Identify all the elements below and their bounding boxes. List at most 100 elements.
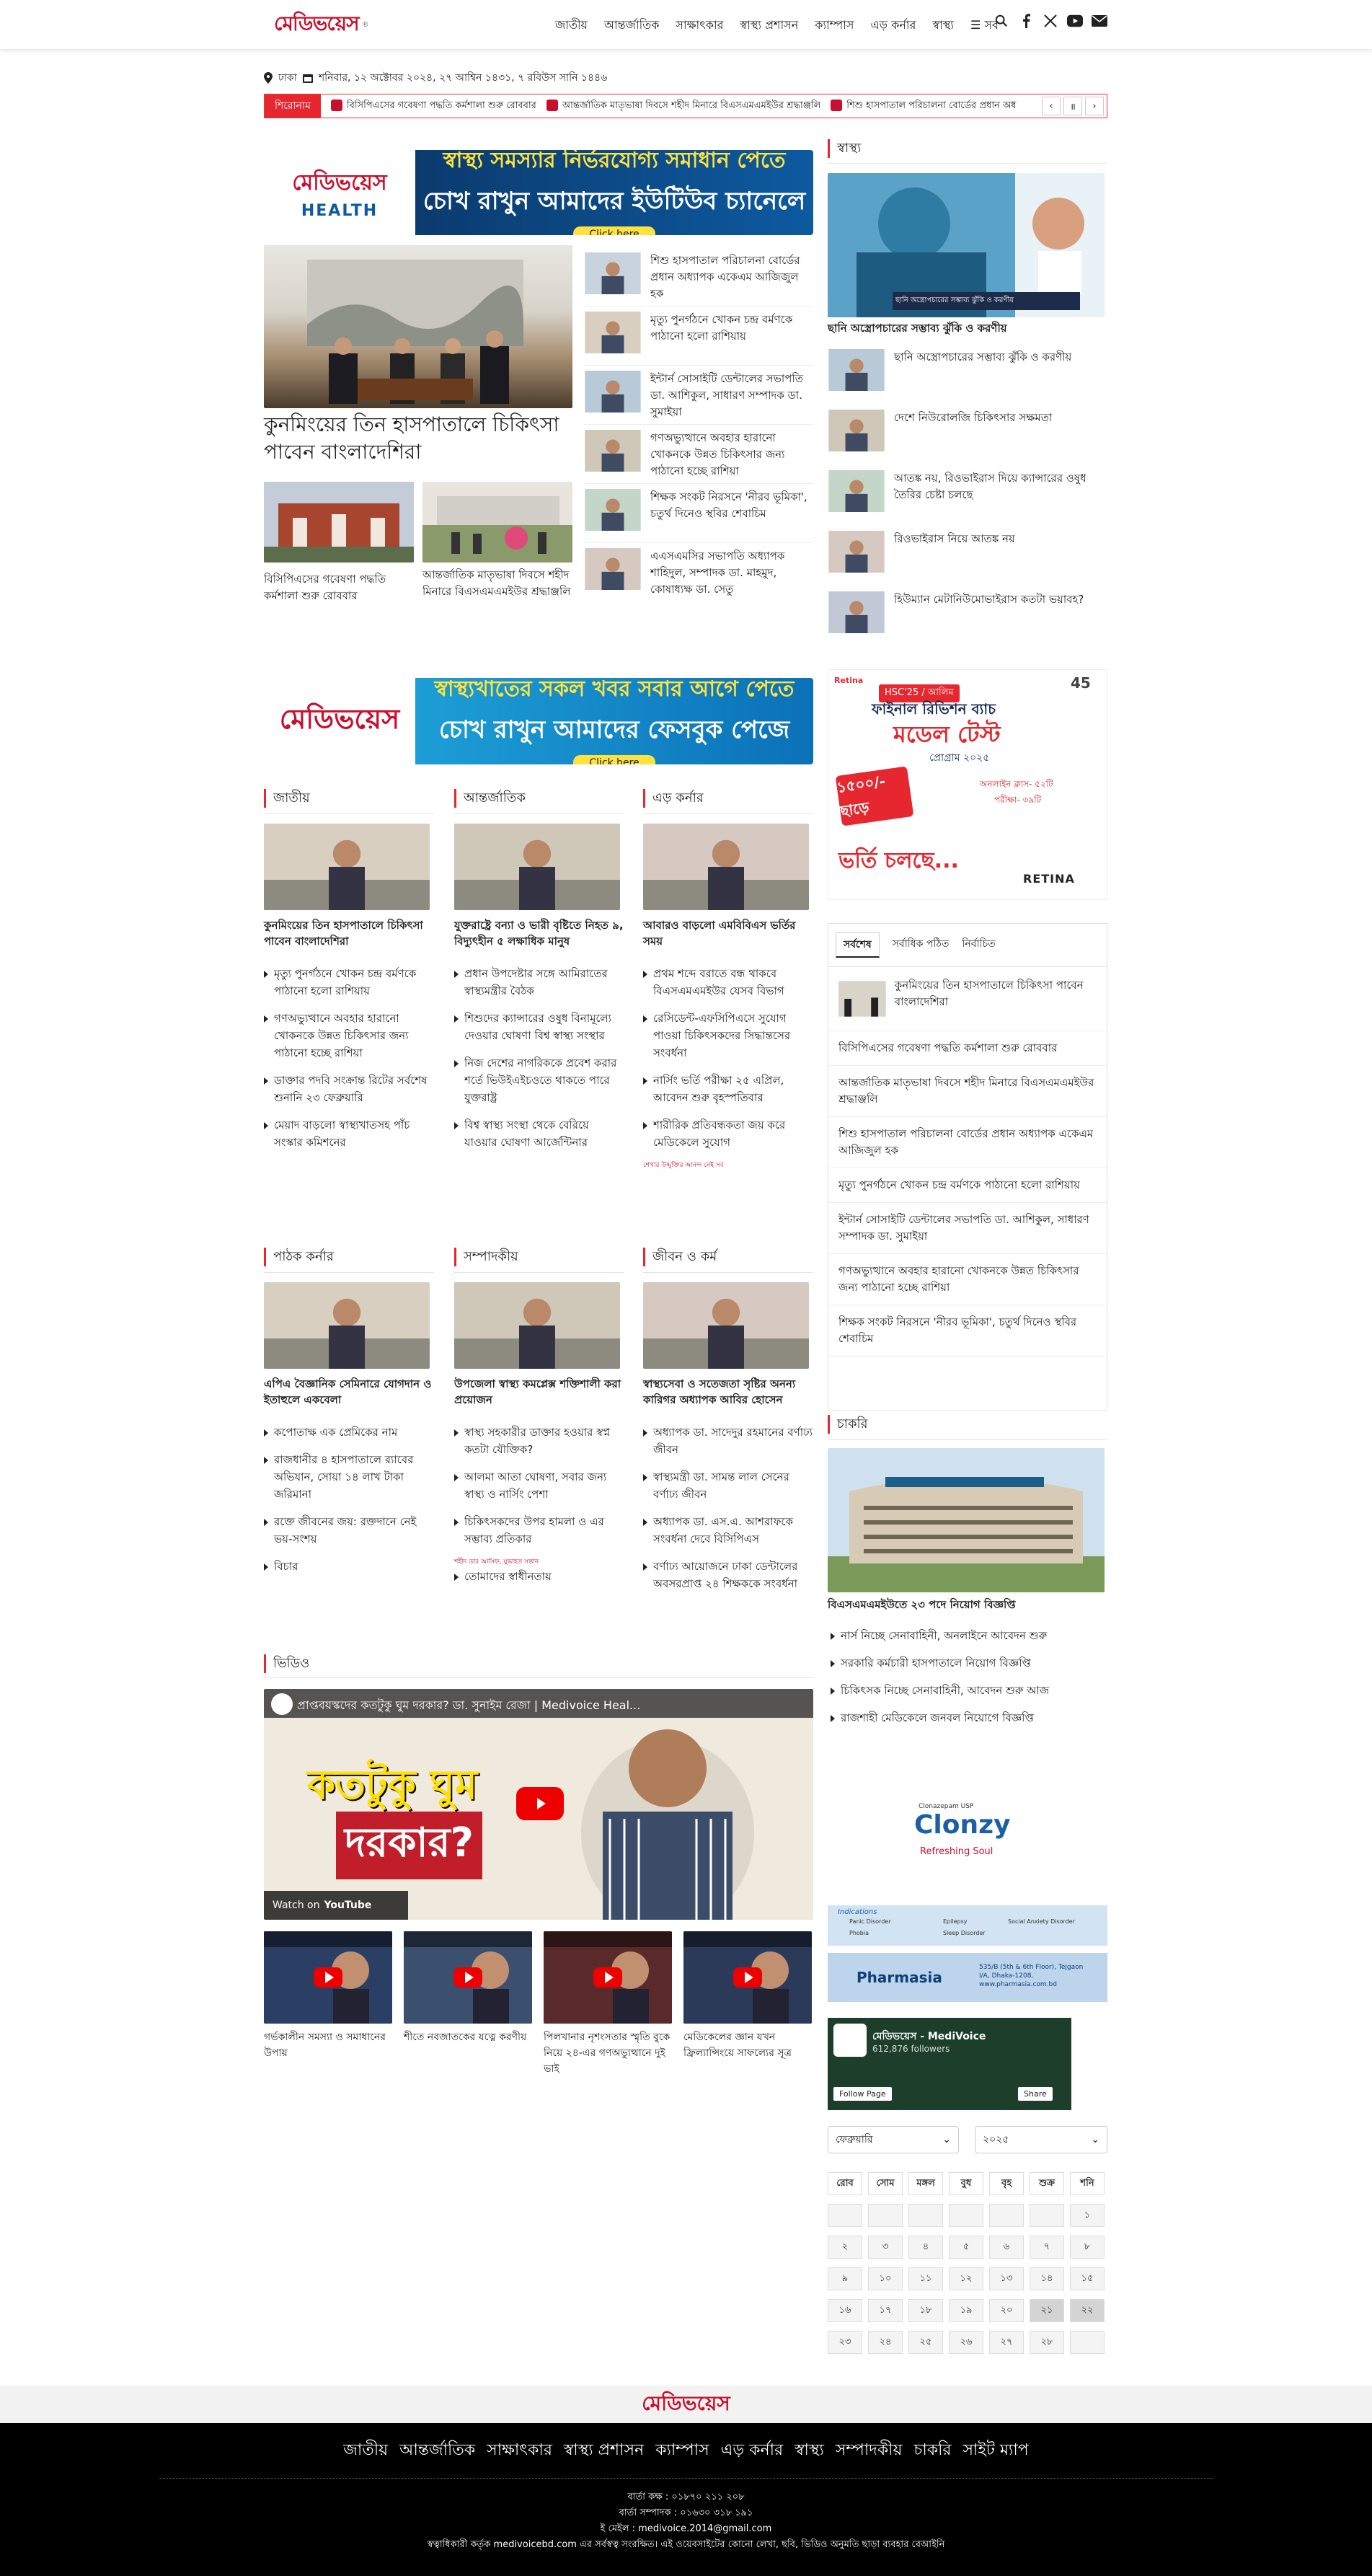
video-main-player[interactable]: প্রাপ্তবয়স্কদের কতটুকু ঘুম দরকার? ডা. স… <box>264 1689 813 1920</box>
lead-story-headline[interactable]: কুনমিংয়ের তিন হাসপাতালে চিকিৎসা পাবেন ব… <box>264 411 572 466</box>
health-hero-caption[interactable]: ছানি অস্ত্রোপচারের সম্ভাব্য ঝুঁকি ও করণী… <box>828 320 1105 338</box>
calendar-date[interactable]: ১৮ <box>908 2299 943 2322</box>
section-list-item[interactable]: মৃত্যু পুনর্গঠনে খোকন চন্দ্র বর্মণকে পাঠ… <box>264 965 434 1000</box>
footer-nav-item[interactable]: এড় কর্নার <box>721 2441 783 2459</box>
calendar-month-select[interactable]: ফেব্রুয়ারি ⌄ <box>828 2126 959 2153</box>
calendar-date[interactable]: ২৮ <box>1030 2331 1064 2354</box>
youtube-promo-banner[interactable]: মেডিভয়েস HEALTH স্বাস্থ্য সমস্যার নির্ভ… <box>264 150 813 235</box>
jobs-lead-image[interactable] <box>828 1448 1105 1592</box>
tab-first-item[interactable]: কুনমিংয়ের তিন হাসপাতালে চিকিৎসা পাবেন ব… <box>828 967 1107 1031</box>
calendar-date[interactable]: ১১ <box>908 2267 943 2290</box>
video-play-button[interactable] <box>516 1787 564 1820</box>
health-item[interactable]: আতঙ্ক নয়, রিওভাইরাস দিয়ে ক্যান্সারের ও… <box>828 470 1107 512</box>
calendar-date[interactable]: ৪ <box>908 2236 943 2259</box>
ticker-prev-button[interactable]: ‹ <box>1042 97 1061 115</box>
tab-selected[interactable]: নির্বাচিত <box>962 932 995 958</box>
section-title[interactable]: জীবন ও কর্ম <box>643 1248 717 1266</box>
lead-sub1-image[interactable] <box>264 482 414 563</box>
calendar-date[interactable]: ১ <box>1070 2204 1105 2227</box>
section-lead-title[interactable]: উপজেলা স্বাস্থ্য কমপ্লেক্স শক্তিশালী করা… <box>454 1376 624 1408</box>
video-thumb-play-button[interactable] <box>453 1967 482 1988</box>
calendar-date[interactable]: ২৩ <box>828 2331 862 2354</box>
lead-side-item[interactable]: এএসএমসির সভাপতি অধ্যাপক শাহিদুল, সম্পাদক… <box>584 548 813 598</box>
banner-cta-button[interactable]: Click here <box>573 226 655 235</box>
section-list-item[interactable]: নিজ দেশের নাগরিককে প্রবেশ করার শর্তে ভিউ… <box>454 1054 624 1106</box>
jobs-item[interactable]: নার্স নিচ্ছে সেনাবাহিনী, অনলাইনে আবেদন শ… <box>831 1627 1107 1644</box>
calendar-date[interactable]: ৬ <box>989 2236 1024 2259</box>
calendar-date[interactable]: ১৬ <box>828 2299 862 2322</box>
footer-nav-item[interactable]: সাক্ষাৎকার <box>487 2441 552 2459</box>
calendar-date[interactable]: ১৯ <box>949 2299 983 2322</box>
facebook-promo-banner[interactable]: মেডিভয়েস স্বাস্থ্যখাতের সকল খবর সবার আগ… <box>264 678 813 764</box>
section-title[interactable]: এড় কর্নার <box>643 789 704 808</box>
video-thumb[interactable] <box>404 1931 532 2024</box>
lead-side-item[interactable]: শিক্ষক সংকট নিরসনে 'নীরব ভূমিকা', চতুর্থ… <box>584 489 813 531</box>
lead-sub1-title[interactable]: বিসিপিএসের গবেষণা পদ্ধতি কর্মশালা শুরু র… <box>264 571 414 604</box>
section-list-item[interactable]: বিশ্ব স্বাস্থ্য সংস্থা থেকে বেরিয়ে যাওয… <box>454 1116 624 1151</box>
calendar-date[interactable]: ১৫ <box>1070 2267 1105 2290</box>
jobs-section-title[interactable]: চাকরি <box>828 1415 868 1434</box>
section-list-item[interactable]: গণঅভ্যুত্থানে অবহার হারানো খোকনকে উন্নত … <box>264 1010 434 1062</box>
lead-story-image[interactable] <box>264 245 572 408</box>
section-list-item[interactable]: তোমাদের স্বাধীনতায় <box>454 1568 624 1585</box>
calendar-date[interactable]: ১৩ <box>989 2267 1024 2290</box>
banner2-cta-button[interactable]: Click here <box>573 755 655 764</box>
nav-item-health[interactable]: স্বাস্থ্য <box>932 16 954 35</box>
facebook-page-widget[interactable]: মেডিভয়েস - MediVoice 612,876 followers … <box>828 2018 1071 2110</box>
video-thumb[interactable] <box>683 1931 812 2024</box>
calendar-date[interactable]: ১০ <box>868 2267 903 2290</box>
video-thumb-play-button[interactable] <box>314 1967 342 1988</box>
section-lead-title[interactable]: আবারও বাড়লো এমবিবিএস ভর্তির সময় <box>643 917 813 949</box>
section-list-item[interactable]: অধ্যাপক ডা. এস.এ. আশরাফকে সংবর্ধনা দেবে … <box>643 1513 813 1548</box>
jobs-item[interactable]: সরকারি কর্মচারী হাসপাতালে নিয়োগ বিজ্ঞপ্… <box>831 1654 1107 1672</box>
calendar-date[interactable]: ২২ <box>1070 2299 1105 2322</box>
ticker-next-button[interactable]: › <box>1085 97 1104 115</box>
section-lead-title[interactable]: যুক্তরাষ্ট্রে বন্যা ও ভারী বৃষ্টিতে নিহত… <box>454 917 624 949</box>
section-title[interactable]: জাতীয় <box>264 789 310 808</box>
footer-nav-item[interactable]: ক্যাম্পাস <box>655 2441 709 2459</box>
footer-nav-item[interactable]: চাকরি <box>913 2441 951 2459</box>
section-lead-title[interactable]: স্বাস্থ্যসেবা ও সতেজতা সৃষ্টির অনন্য কার… <box>643 1376 813 1408</box>
health-section-title[interactable]: স্বাস্থ্য <box>828 139 861 158</box>
tab-list-item[interactable]: গণঅভ্যুত্থানে অবহার হারানো খোকনকে উন্নত … <box>828 1254 1107 1305</box>
nav-item-national[interactable]: জাতীয় <box>555 16 588 35</box>
video-thumb-play-button[interactable] <box>733 1967 762 1988</box>
fb-page-name[interactable]: মেডিভয়েস - MediVoice <box>872 2028 986 2045</box>
video-section-title[interactable]: ভিডিও <box>264 1654 309 1673</box>
nav-item-international[interactable]: আন্তর্জাতিক <box>604 16 659 35</box>
calendar-date[interactable]: ১৪ <box>1030 2267 1064 2290</box>
nav-item-admin[interactable]: স্বাস্থ্য প্রশাসন <box>740 16 798 35</box>
calendar-date[interactable]: ১৭ <box>868 2299 903 2322</box>
x-icon[interactable] <box>1043 13 1058 29</box>
calendar-date[interactable]: ২১ <box>1030 2299 1064 2322</box>
section-list-item[interactable]: আলমা আতা ঘোষণা, সবার জন্য স্বাস্থ্য ও না… <box>454 1468 624 1503</box>
lead-side-item[interactable]: ইন্টার্ন সোসাইটি ডেন্টালের সভাপতি ডা. আশ… <box>584 371 813 420</box>
section-title[interactable]: পাঠক কর্নার <box>264 1248 334 1266</box>
lead-sub2-image[interactable] <box>422 482 572 563</box>
section-list-item[interactable]: বিচার <box>264 1558 434 1575</box>
tab-list-item[interactable]: শিশু হাসপাতাল পরিচালনা বোর্ডের প্রধান অধ… <box>828 1117 1107 1168</box>
lead-sub2-title[interactable]: আন্তর্জাতিক মাতৃভাষা দিবসে শহীদ মিনারে ব… <box>422 567 572 600</box>
footer-logo[interactable]: মেডিভয়েস <box>642 2388 730 2422</box>
ticker-pause-button[interactable]: ॥ <box>1063 97 1082 115</box>
health-hero-image[interactable]: ছানি অস্ত্রোপচারের সম্ভাব্য ঝুঁকি ও করণী… <box>828 173 1105 317</box>
calendar-date[interactable]: ২৭ <box>989 2331 1024 2354</box>
footer-nav-item[interactable]: সম্পাদকীয় <box>836 2441 903 2459</box>
health-item[interactable]: রিওভাইরাস নিয়ে আতঙ্ক নয় <box>828 531 1107 573</box>
section-title[interactable]: আন্তর্জাতিক <box>454 789 526 808</box>
retina-ad[interactable]: Retina 45 HSC'25 / আলিম ফাইনাল রিভিশন ব্… <box>828 669 1107 900</box>
health-item[interactable]: দেশে নিউরোলজি চিকিৎসার সক্ষমতা <box>828 410 1107 451</box>
calendar-date[interactable]: ৮ <box>1070 2236 1105 2259</box>
video-thumb-title[interactable]: গর্ভকালীন সমস্যা ও সমাধানের উপায় <box>264 2029 392 2061</box>
tab-list-item[interactable]: ইন্টার্ন সোসাইটি ডেন্টালের সভাপতি ডা. আশ… <box>828 1203 1107 1254</box>
video-thumb-title[interactable]: মেডিকেলের জ্ঞান যখন ফ্রিল্যান্সিংয়ে সাফ… <box>683 2029 812 2061</box>
indications-ad[interactable]: Indications Panic Disorder Phobia Epilep… <box>828 1905 1107 1946</box>
section-lead-image[interactable] <box>454 824 620 910</box>
calendar-date[interactable]: ৩ <box>868 2236 903 2259</box>
ticker-item[interactable]: বিসিপিএসের গবেষণা পদ্ধতি কর্মশালা শুরু র… <box>331 99 536 114</box>
calendar-date[interactable]: ৯ <box>828 2267 862 2290</box>
section-list-item[interactable]: কপোতাক্ষ এক প্রেমিকের নাম <box>264 1424 434 1441</box>
section-lead-title[interactable]: এপিএ বৈজ্ঞানিক সেমিনারে যোগদান ও ইতাহুলে… <box>264 1376 434 1408</box>
section-list-item[interactable]: প্রধান উপদেষ্টার সঙ্গে আমিরাতের স্বাস্থ্… <box>454 965 624 1000</box>
section-list-item[interactable]: রাজধানীর ৪ হাসপাতালে র‍্যাবের অভিযান, সো… <box>264 1451 434 1503</box>
